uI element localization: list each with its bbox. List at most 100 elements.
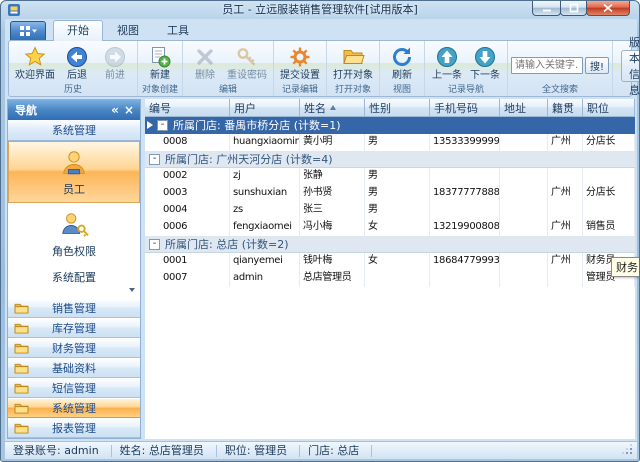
table-row[interactable]: 0008huangxiaoming黄小明男13533399999广州分店长 [145, 134, 635, 151]
cell [500, 168, 548, 185]
close-button[interactable] [586, 1, 630, 16]
cell: 18684779993 [430, 253, 500, 270]
cell: 男 [365, 134, 430, 151]
new-button[interactable]: 新建 [141, 44, 179, 82]
column-header-2[interactable]: 姓名 [300, 99, 365, 117]
key-icon [235, 45, 259, 69]
ribbon-group-label: 对象创建 [138, 82, 182, 95]
column-header-3[interactable]: 性别 [365, 99, 430, 117]
version-info-button[interactable]: 版本信息 [621, 50, 640, 82]
cell: 女 [365, 253, 430, 270]
cell [365, 270, 430, 287]
group-row-label: 所属门店: 总店 (计数=2) [165, 236, 289, 252]
status-item: 职位: 管理员 [217, 445, 300, 457]
table-row[interactable]: 0001qianyemei钱叶梅女18684779993广州财务员 [145, 253, 635, 270]
folder-icon [14, 402, 29, 414]
collapse-icon[interactable]: - [149, 154, 160, 165]
resize-grip[interactable] [622, 444, 632, 454]
group-row[interactable]: -所属门店: 总店 (计数=2) [145, 236, 635, 253]
ribbon-group-edit: 删除重设密码编辑 [183, 41, 274, 96]
title-bar[interactable]: 员工 - 立远服装销售管理软件[试用版本] [1, 1, 639, 19]
button-label: 后退 [67, 70, 87, 81]
cell [500, 219, 548, 236]
close-pane-icon[interactable]: × [122, 103, 136, 117]
column-header-6[interactable]: 籍贯 [548, 99, 583, 117]
collapse-pane-icon[interactable]: « [108, 103, 122, 117]
column-header-label: 姓名 [304, 100, 326, 116]
maximize-button[interactable] [560, 1, 587, 16]
column-header-4[interactable]: 手机号码 [430, 99, 500, 117]
cell [583, 168, 635, 185]
welcome-button[interactable]: 欢迎界面 [12, 44, 58, 82]
sidebar-item-report-mgmt[interactable]: 报表管理 [8, 418, 140, 438]
app-icon [8, 4, 20, 16]
sidebar-item-role-permission[interactable]: 角色权限 [8, 203, 140, 265]
reset-password-button[interactable]: 重设密码 [224, 44, 270, 82]
open-object-button[interactable]: 打开对象 [330, 44, 376, 82]
sidebar-group-header[interactable]: 系统管理 [8, 120, 140, 141]
table-row[interactable]: 0006fengxiaomei冯小梅女13219900808广州销售员 [145, 219, 635, 236]
table-row[interactable]: 0004zs张三男 [145, 202, 635, 219]
search-input[interactable] [511, 57, 583, 74]
ribbon-group-record-edit: 提交设置记录编辑 [274, 41, 327, 96]
minimize-button[interactable] [532, 1, 561, 16]
collapse-icon[interactable]: - [149, 239, 160, 250]
cell [500, 270, 548, 287]
search-button[interactable]: 搜! [585, 57, 609, 74]
navigation-title: 导航 [15, 102, 108, 118]
button-label: 刷新 [392, 70, 412, 81]
cell [548, 270, 583, 287]
sidebar-item-basic-data[interactable]: 基础资料 [8, 358, 140, 378]
table-row[interactable]: 0007admin总店管理员管理员 [145, 270, 635, 287]
folder-icon [14, 302, 29, 314]
column-header-7[interactable]: 职位 [583, 99, 635, 117]
next-record-button[interactable]: 下一条 [466, 44, 504, 82]
group-row[interactable]: -所属门店: 番禺市桥分店 (计数=1) [145, 117, 635, 134]
ribbon-group-label: 编辑 [183, 82, 273, 95]
scroll-down-icon[interactable] [126, 284, 137, 295]
ribbon: 欢迎界面后退前进历史新建对象创建删除重设密码编辑提交设置记录编辑打开对象打开对象… [8, 40, 632, 97]
cell: 13533399999 [430, 134, 500, 151]
column-header-5[interactable]: 地址 [500, 99, 548, 117]
cell: huangxiaoming [230, 134, 300, 151]
submit-settings-button[interactable]: 提交设置 [277, 44, 323, 82]
group-row[interactable]: -所属门店: 广州天河分店 (计数=4) [145, 151, 635, 168]
prev-record-button[interactable]: 上一条 [428, 44, 466, 82]
column-header-1[interactable]: 用户 [230, 99, 300, 117]
sidebar-item-system-mgmt[interactable]: 系统管理 [8, 398, 140, 418]
cell: zs [230, 202, 300, 219]
folder-icon [14, 382, 29, 394]
button-label: 提交设置 [280, 70, 320, 81]
delete-icon [193, 45, 217, 69]
cell [583, 202, 635, 219]
sidebar-item-sms-mgmt[interactable]: 短信管理 [8, 378, 140, 398]
column-header-0[interactable]: 编号 [145, 99, 230, 117]
delete-button[interactable]: 删除 [186, 44, 224, 82]
tab-start[interactable]: 开始 [53, 20, 103, 41]
application-menu-button[interactable] [10, 21, 46, 42]
sidebar-item-inventory-mgmt[interactable]: 库存管理 [8, 318, 140, 338]
back-button[interactable]: 后退 [58, 44, 96, 82]
sidebar-item-finance-mgmt[interactable]: 财务管理 [8, 338, 140, 358]
ribbon-group-label: 打开对象 [327, 82, 379, 95]
sidebar-item-sales-mgmt[interactable]: 销售管理 [8, 298, 140, 318]
button-label: 打开对象 [333, 70, 373, 81]
forward-button[interactable]: 前进 [96, 44, 134, 82]
back-arrow-icon [65, 45, 89, 69]
refresh-button[interactable]: 刷新 [383, 44, 421, 82]
tab-tools[interactable]: 工具 [153, 20, 203, 41]
collapse-icon[interactable]: - [157, 120, 168, 131]
tab-view[interactable]: 视图 [103, 20, 153, 41]
table-row[interactable]: 0003sunshuxian孙书贤男18377777888广州分店长 [145, 185, 635, 202]
button-label: 欢迎界面 [15, 70, 55, 81]
table-row[interactable]: 0002zj张静男 [145, 168, 635, 185]
data-grid: 编号用户姓名性别手机号码地址籍贯职位 -所属门店: 番禺市桥分店 (计数=1)0… [145, 99, 635, 439]
ribbon-group-record-nav: 上一条下一条记录导航 [425, 41, 508, 96]
column-header-label: 职位 [587, 100, 609, 116]
sidebar-item-employee[interactable]: 员工 [8, 141, 140, 203]
folder-icon [14, 342, 29, 354]
ribbon-tab-row: 开始视图工具 [5, 19, 637, 41]
sidebar-item-system-config[interactable]: 系统配置 [8, 265, 140, 289]
ribbon-group-label: 记录编辑 [274, 82, 326, 95]
column-header-label: 地址 [504, 100, 526, 116]
